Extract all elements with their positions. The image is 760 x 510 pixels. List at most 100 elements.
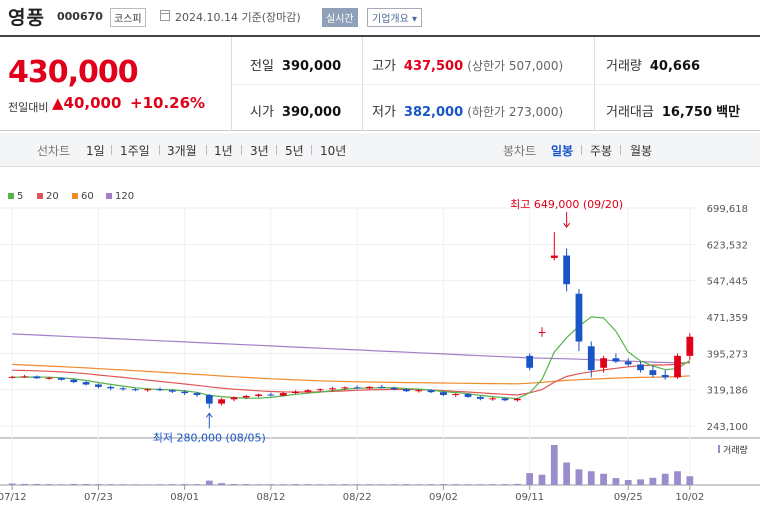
volume-bar [661, 473, 669, 485]
candle-body [440, 392, 447, 396]
volume-bar [168, 484, 176, 485]
x-tick-label: 09/02 [429, 492, 458, 503]
volume-bar [686, 476, 694, 485]
candle-body [119, 388, 127, 390]
volume-bar [612, 478, 620, 485]
volume-bar [144, 484, 152, 485]
volume-bar [600, 473, 607, 485]
volume-bar [107, 484, 115, 485]
x-tick-label: 10/02 [675, 492, 704, 503]
y-tick-label: 547,445 [707, 277, 748, 288]
volume-bar [637, 479, 644, 485]
candle-body [674, 355, 681, 378]
candlestick-chart[interactable]: 699,618 623,532 547,445 471,359 395,273 319,1… [0, 0, 760, 510]
candle-body [390, 387, 398, 390]
y-tick-label: 699,618 [707, 204, 748, 215]
volume-bar [526, 473, 534, 485]
y-tick-label: 623,532 [707, 240, 748, 251]
candle-body [82, 382, 90, 385]
candle-body [329, 388, 336, 390]
volume-bar [292, 484, 299, 485]
high-arrow-icon [563, 212, 571, 229]
candle-body [587, 346, 595, 371]
volume-bar [8, 483, 16, 485]
candle-body [550, 255, 558, 258]
candle-body [575, 293, 583, 342]
candle-body [452, 394, 460, 396]
candle-body [218, 399, 226, 404]
y-tick-label: 319,186 [707, 386, 748, 397]
volume-bar [489, 484, 497, 485]
candle-body [107, 386, 115, 389]
volume-bar [242, 484, 250, 485]
candle-body [600, 358, 607, 368]
candle-body [292, 391, 299, 394]
volume-bar [390, 484, 398, 485]
volume-bar [513, 483, 521, 485]
volume-bar [452, 484, 460, 485]
candle-body [501, 398, 509, 401]
candle-body [661, 374, 669, 378]
volume-bar [415, 484, 423, 485]
volume-bar [538, 474, 546, 485]
x-tick-label: 07/23 [84, 492, 113, 503]
x-tick-label: 08/22 [343, 492, 372, 503]
candle-body [242, 395, 250, 398]
candle-body [8, 376, 16, 378]
volume-bar [230, 484, 238, 485]
volume-bar [205, 480, 213, 485]
candle-body [267, 394, 275, 396]
candle-body [230, 397, 238, 400]
volume-bar [304, 484, 312, 485]
candle-body [45, 377, 53, 379]
candle-body [563, 255, 571, 285]
volume-bar [649, 477, 657, 485]
candle-body [316, 389, 324, 391]
candle-body [193, 393, 201, 396]
volume-bar [378, 484, 386, 485]
candle-body [33, 376, 41, 379]
candle-body [156, 389, 164, 391]
candle-body [168, 390, 176, 392]
candle-body [464, 394, 472, 397]
candle-body [58, 377, 65, 380]
volume-bar [193, 484, 201, 485]
candle-body [366, 386, 373, 389]
x-tick-label: 08/01 [170, 492, 199, 503]
y-tick-label: 395,273 [707, 349, 748, 360]
volume-bar [341, 484, 349, 485]
volume-bar [316, 484, 324, 485]
candle-body [649, 370, 657, 375]
candle-body [255, 394, 262, 396]
volume-bar [131, 484, 139, 485]
volume-bar [267, 484, 275, 485]
volume-bar [95, 484, 102, 485]
volume-bar [58, 484, 65, 485]
candle-body [513, 398, 521, 401]
candle-body [21, 376, 28, 378]
high-annotation: 최고 649,000 (09/20) [510, 198, 623, 211]
volume-bar [366, 484, 373, 485]
candle-body [95, 384, 102, 387]
volume-bar [501, 484, 509, 485]
candle-body [686, 336, 694, 356]
volume-bar [624, 480, 632, 485]
volume-bar [21, 483, 28, 485]
candle-body [415, 390, 423, 392]
low-annotation: 최저 280,000 (08/05) [153, 431, 266, 444]
volume-bar [575, 469, 583, 485]
volume-bar [550, 445, 558, 485]
volume-bar [587, 471, 595, 485]
volume-bar [403, 484, 410, 485]
candle-body [341, 387, 349, 389]
candle-body [144, 389, 152, 391]
volume-label: 거래량 [723, 444, 748, 456]
x-tick-label: 08/12 [256, 492, 285, 503]
y-tick-label: 471,359 [707, 313, 748, 324]
candle-body [279, 393, 287, 396]
candle-body [353, 387, 361, 389]
candle-body [378, 386, 386, 388]
candle-body [637, 364, 644, 371]
volume-bar [156, 484, 164, 485]
candle-body [624, 361, 632, 365]
